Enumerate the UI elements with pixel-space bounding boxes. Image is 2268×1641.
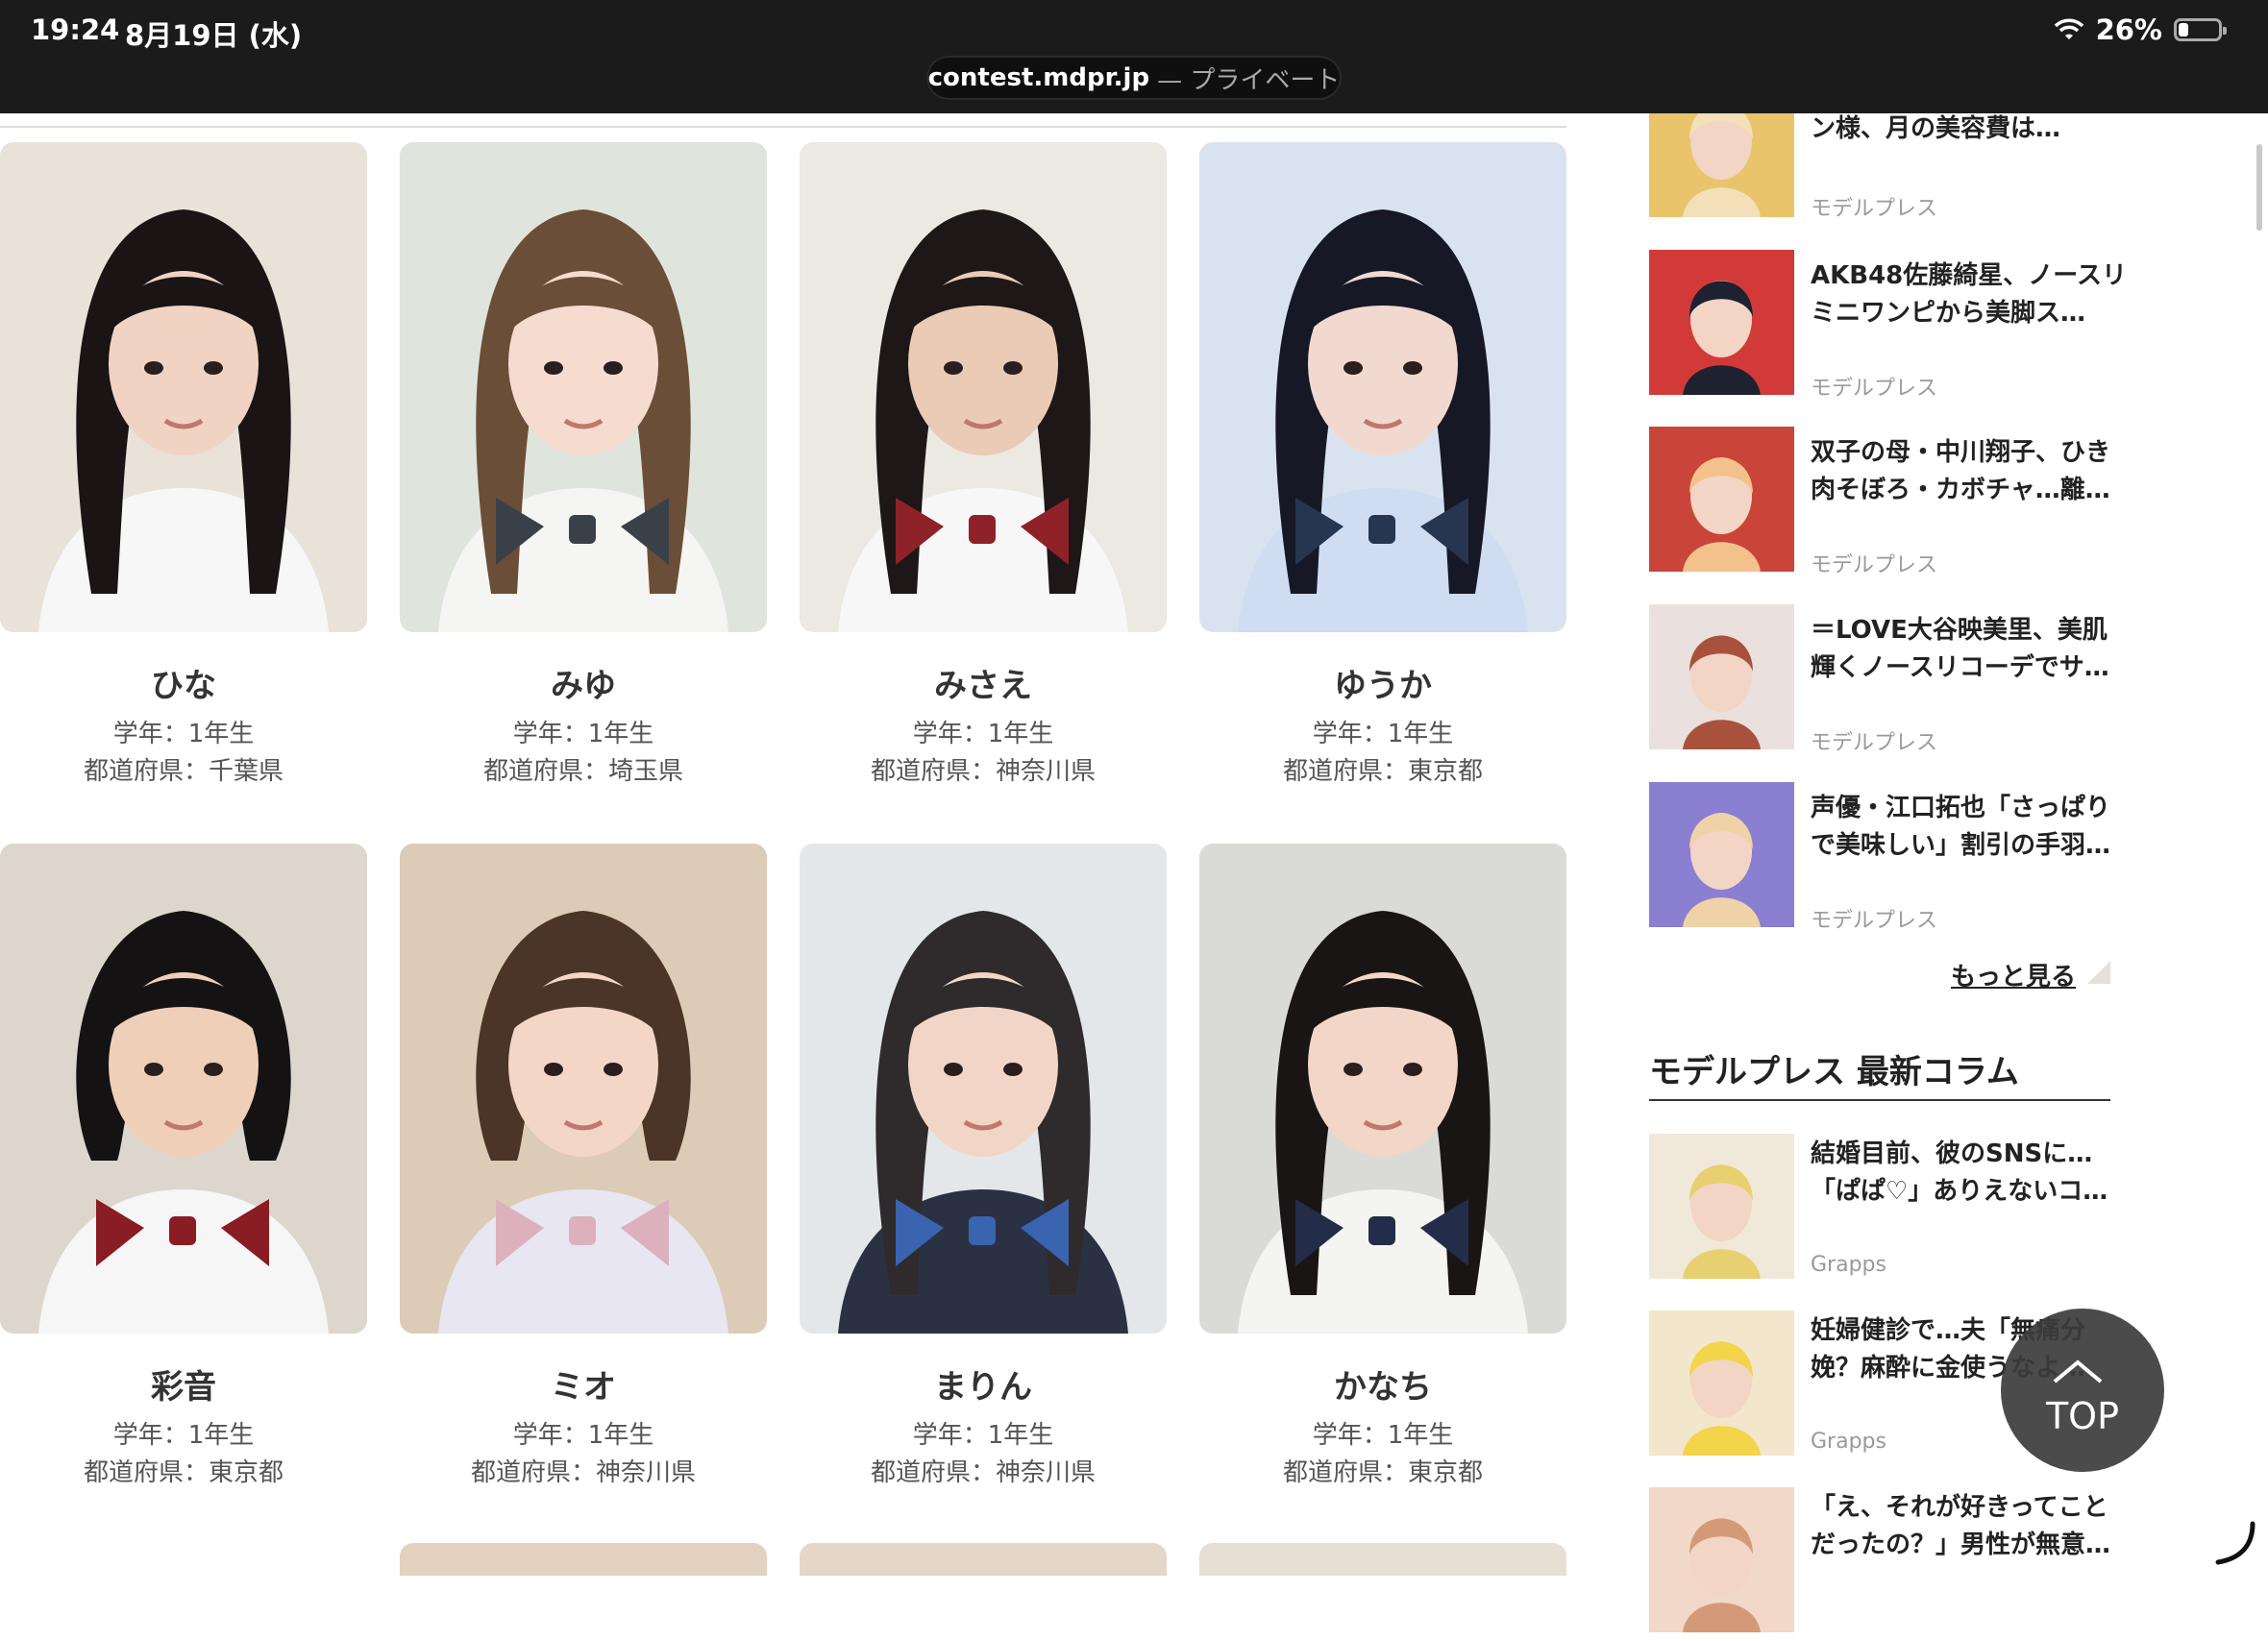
contestant-card[interactable]: みゆ 学年：1年生 都道府県：埼玉県 <box>400 142 767 791</box>
column-source: Grapps <box>1811 1430 1886 1454</box>
contestant-name[interactable]: みゆ <box>400 659 767 706</box>
contestant-card[interactable]: かなち 学年：1年生 都道府県：東京都 <box>1199 844 1566 1492</box>
contestant-prefecture: 都道府県：東京都 <box>1282 757 1483 786</box>
contestant-photo[interactable] <box>1199 142 1566 632</box>
news-thumbnail[interactable] <box>1649 427 1794 572</box>
contestant-info: 学年：1年生 都道府県：千葉県 <box>0 716 367 791</box>
contestant-name[interactable]: まりん <box>800 1360 1167 1408</box>
contestant-prefecture: 都道府県：東京都 <box>83 1458 284 1487</box>
contestant-name[interactable]: ゆうか <box>1199 659 1566 706</box>
contestant-grade: 学年：1年生 <box>112 720 255 748</box>
status-bar: 19:24 8月19日 (水) 26% contest.mdpr.jp — プラ… <box>0 0 2268 113</box>
contestant-name[interactable]: 彩音 <box>0 1360 367 1408</box>
contestant-info: 学年：1年生 都道府県：神奈川県 <box>800 1417 1167 1492</box>
status-right: 26% <box>2054 13 2227 46</box>
news-item[interactable]: ＝LOVE大谷映美里、美肌輝くノースリコーデでサ… モデルプレス <box>1649 604 2110 758</box>
news-thumbnail[interactable] <box>1649 250 1794 395</box>
status-time: 19:24 <box>31 13 120 46</box>
contestant-grade: 学年：1年生 <box>1312 720 1454 748</box>
contestant-photo-partial[interactable] <box>800 1543 1167 1576</box>
news-source: モデルプレス <box>1811 553 1938 577</box>
contestant-prefecture: 都道府県：千葉県 <box>83 757 284 786</box>
contestant-card[interactable]: ミオ 学年：1年生 都道府県：神奈川県 <box>400 844 767 1492</box>
contestant-photo[interactable] <box>800 142 1167 632</box>
column-thumbnail[interactable] <box>1649 1134 1794 1279</box>
contestant-prefecture: 都道府県：神奈川県 <box>470 1458 696 1487</box>
contestant-prefecture: 都道府県：神奈川県 <box>870 757 1096 786</box>
contestant-photo[interactable] <box>0 844 367 1334</box>
contestant-grade: 学年：1年生 <box>112 1421 255 1450</box>
contestant-photo[interactable] <box>400 844 767 1334</box>
contestant-grade: 学年：1年生 <box>912 1421 1054 1450</box>
news-title[interactable]: ＝LOVE大谷映美里、美肌輝くノースリコーデでサ… <box>1811 612 2128 687</box>
url-domain: contest.mdpr.jp <box>927 63 1150 92</box>
contestant-info: 学年：1年生 都道府県：東京都 <box>1199 1417 1566 1492</box>
contestant-info: 学年：1年生 都道府県：神奈川県 <box>400 1417 767 1492</box>
contestant-name[interactable]: みさえ <box>800 659 1167 706</box>
news-source: モデルプレス <box>1811 909 1938 933</box>
contestant-grade: 学年：1年生 <box>512 1421 654 1450</box>
contestant-photo[interactable] <box>0 142 367 632</box>
column-item[interactable]: 「え、それが好きってことだったの？」男性が無意… <box>1649 1487 2110 1641</box>
column-thumbnail[interactable] <box>1649 1487 1794 1632</box>
back-to-top-button[interactable]: TOP <box>2001 1309 2164 1472</box>
contestant-card[interactable]: まりん 学年：1年生 都道府県：神奈川県 <box>800 844 1167 1492</box>
contestant-prefecture: 都道府県：東京都 <box>1282 1458 1483 1487</box>
divider <box>0 126 1566 128</box>
contestant-photo[interactable] <box>1199 844 1566 1334</box>
column-item[interactable]: 結婚目前、彼のSNSに…「ぱぱ♡」ありえないコ… Grapps <box>1649 1134 2110 1287</box>
contestant-name[interactable]: ひな <box>0 659 367 706</box>
column-thumbnail[interactable] <box>1649 1310 1794 1456</box>
chevron-up-icon <box>2053 1359 2103 1384</box>
column-title[interactable]: 結婚目前、彼のSNSに…「ぱぱ♡」ありえないコ… <box>1811 1136 2128 1211</box>
news-item[interactable]: 声優・江口拓也「さっぱりで美味しい」割引の手羽… モデルプレス <box>1649 782 2110 936</box>
contestant-info: 学年：1年生 都道府県：神奈川県 <box>800 716 1167 791</box>
news-source: モデルプレス <box>1811 197 1938 221</box>
contestant-photo[interactable] <box>800 844 1167 1334</box>
news-thumbnail[interactable] <box>1649 604 1794 749</box>
contestant-grade: 学年：1年生 <box>512 720 654 748</box>
contestant-card[interactable]: みさえ 学年：1年生 都道府県：神奈川県 <box>800 142 1167 791</box>
contestant-info: 学年：1年生 都道府県：東京都 <box>0 1417 367 1492</box>
contestant-photo-partial[interactable] <box>0 1543 367 1576</box>
contestant-card[interactable]: ひな 学年：1年生 都道府県：千葉県 <box>0 142 367 791</box>
wifi-icon <box>2054 18 2083 39</box>
news-title[interactable]: 双子の母・中川翔子、ひき肉そぼろ・カボチャ…離… <box>1811 434 2128 509</box>
battery-icon <box>2174 18 2227 41</box>
private-mode-label: — プライベート <box>1157 65 1341 95</box>
news-title[interactable]: AKB48佐藤綺星、ノースリミニワンピから美脚ス… <box>1811 257 2128 332</box>
contestant-name[interactable]: ミオ <box>400 1360 767 1408</box>
status-date: 8月19日 (水) <box>125 19 303 52</box>
contestant-grade: 学年：1年生 <box>912 720 1054 748</box>
contestant-card[interactable]: 彩音 学年：1年生 都道府県：東京都 <box>0 844 367 1492</box>
contestant-card[interactable]: ゆうか 学年：1年生 都道府県：東京都 <box>1199 142 1566 791</box>
url-bar[interactable]: contest.mdpr.jp — プライベート <box>926 56 1342 100</box>
contestant-photo-partial[interactable] <box>1199 1543 1566 1576</box>
contestant-prefecture: 都道府県：埼玉県 <box>482 757 683 786</box>
column-heading: モデルプレス 最新コラム <box>1649 1053 2019 1091</box>
column-source: Grapps <box>1811 1253 1886 1277</box>
news-item[interactable]: AKB48佐藤綺星、ノースリミニワンピから美脚ス… モデルプレス <box>1649 250 2127 404</box>
top-button-label: TOP <box>2045 1395 2120 1437</box>
more-link[interactable]: もっと見る <box>1951 957 2076 992</box>
more-arrow-icon <box>2087 961 2110 984</box>
column-heading-rule <box>1649 1099 2110 1101</box>
news-source: モデルプレス <box>1811 731 1938 755</box>
contestant-info: 学年：1年生 都道府県：埼玉県 <box>400 716 767 791</box>
contestant-name[interactable]: かなち <box>1199 1360 1566 1408</box>
battery-percent: 26% <box>2095 13 2162 46</box>
news-title[interactable]: 声優・江口拓也「さっぱりで美味しい」割引の手羽… <box>1811 790 2128 865</box>
news-item[interactable]: 双子の母・中川翔子、ひき肉そぼろ・カボチャ…離… モデルプレス <box>1649 427 2110 580</box>
scrollbar[interactable] <box>2256 144 2262 231</box>
news-title[interactable]: ン様、月の美容費は… <box>1811 110 2128 148</box>
rotate-icon <box>2215 1521 2256 1565</box>
contestant-info: 学年：1年生 都道府県：東京都 <box>1199 716 1566 791</box>
news-source: モデルプレス <box>1811 377 1938 401</box>
news-thumbnail[interactable] <box>1649 782 1794 927</box>
contestant-photo[interactable] <box>400 142 767 632</box>
contestant-grade: 学年：1年生 <box>1312 1421 1454 1450</box>
contestant-prefecture: 都道府県：神奈川県 <box>870 1458 1096 1487</box>
contestant-photo-partial[interactable] <box>400 1543 767 1576</box>
column-title[interactable]: 「え、それが好きってことだったの？」男性が無意… <box>1811 1489 2128 1564</box>
